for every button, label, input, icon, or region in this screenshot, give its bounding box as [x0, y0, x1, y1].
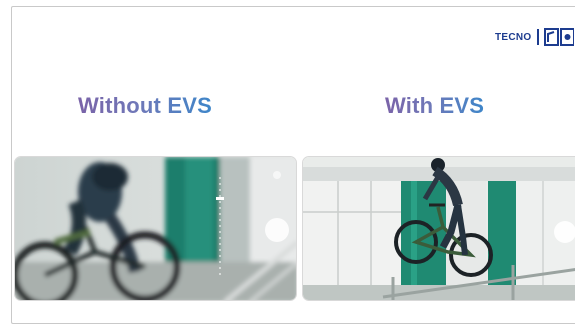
stabilized-cyclist-photo: [303, 157, 575, 300]
brand-name: TECNO: [495, 31, 532, 43]
without-evs-photo: [14, 156, 297, 301]
without-evs-label: Without EVS: [78, 93, 212, 118]
with-evs-photo: [302, 156, 575, 301]
tecno-camera-logo-icon: [543, 28, 574, 46]
blurry-cyclist-photo: [15, 157, 296, 300]
brand-divider: [536, 29, 539, 45]
with-evs-label: With EVS: [385, 93, 485, 118]
brand-header: TECNO: [495, 28, 574, 46]
